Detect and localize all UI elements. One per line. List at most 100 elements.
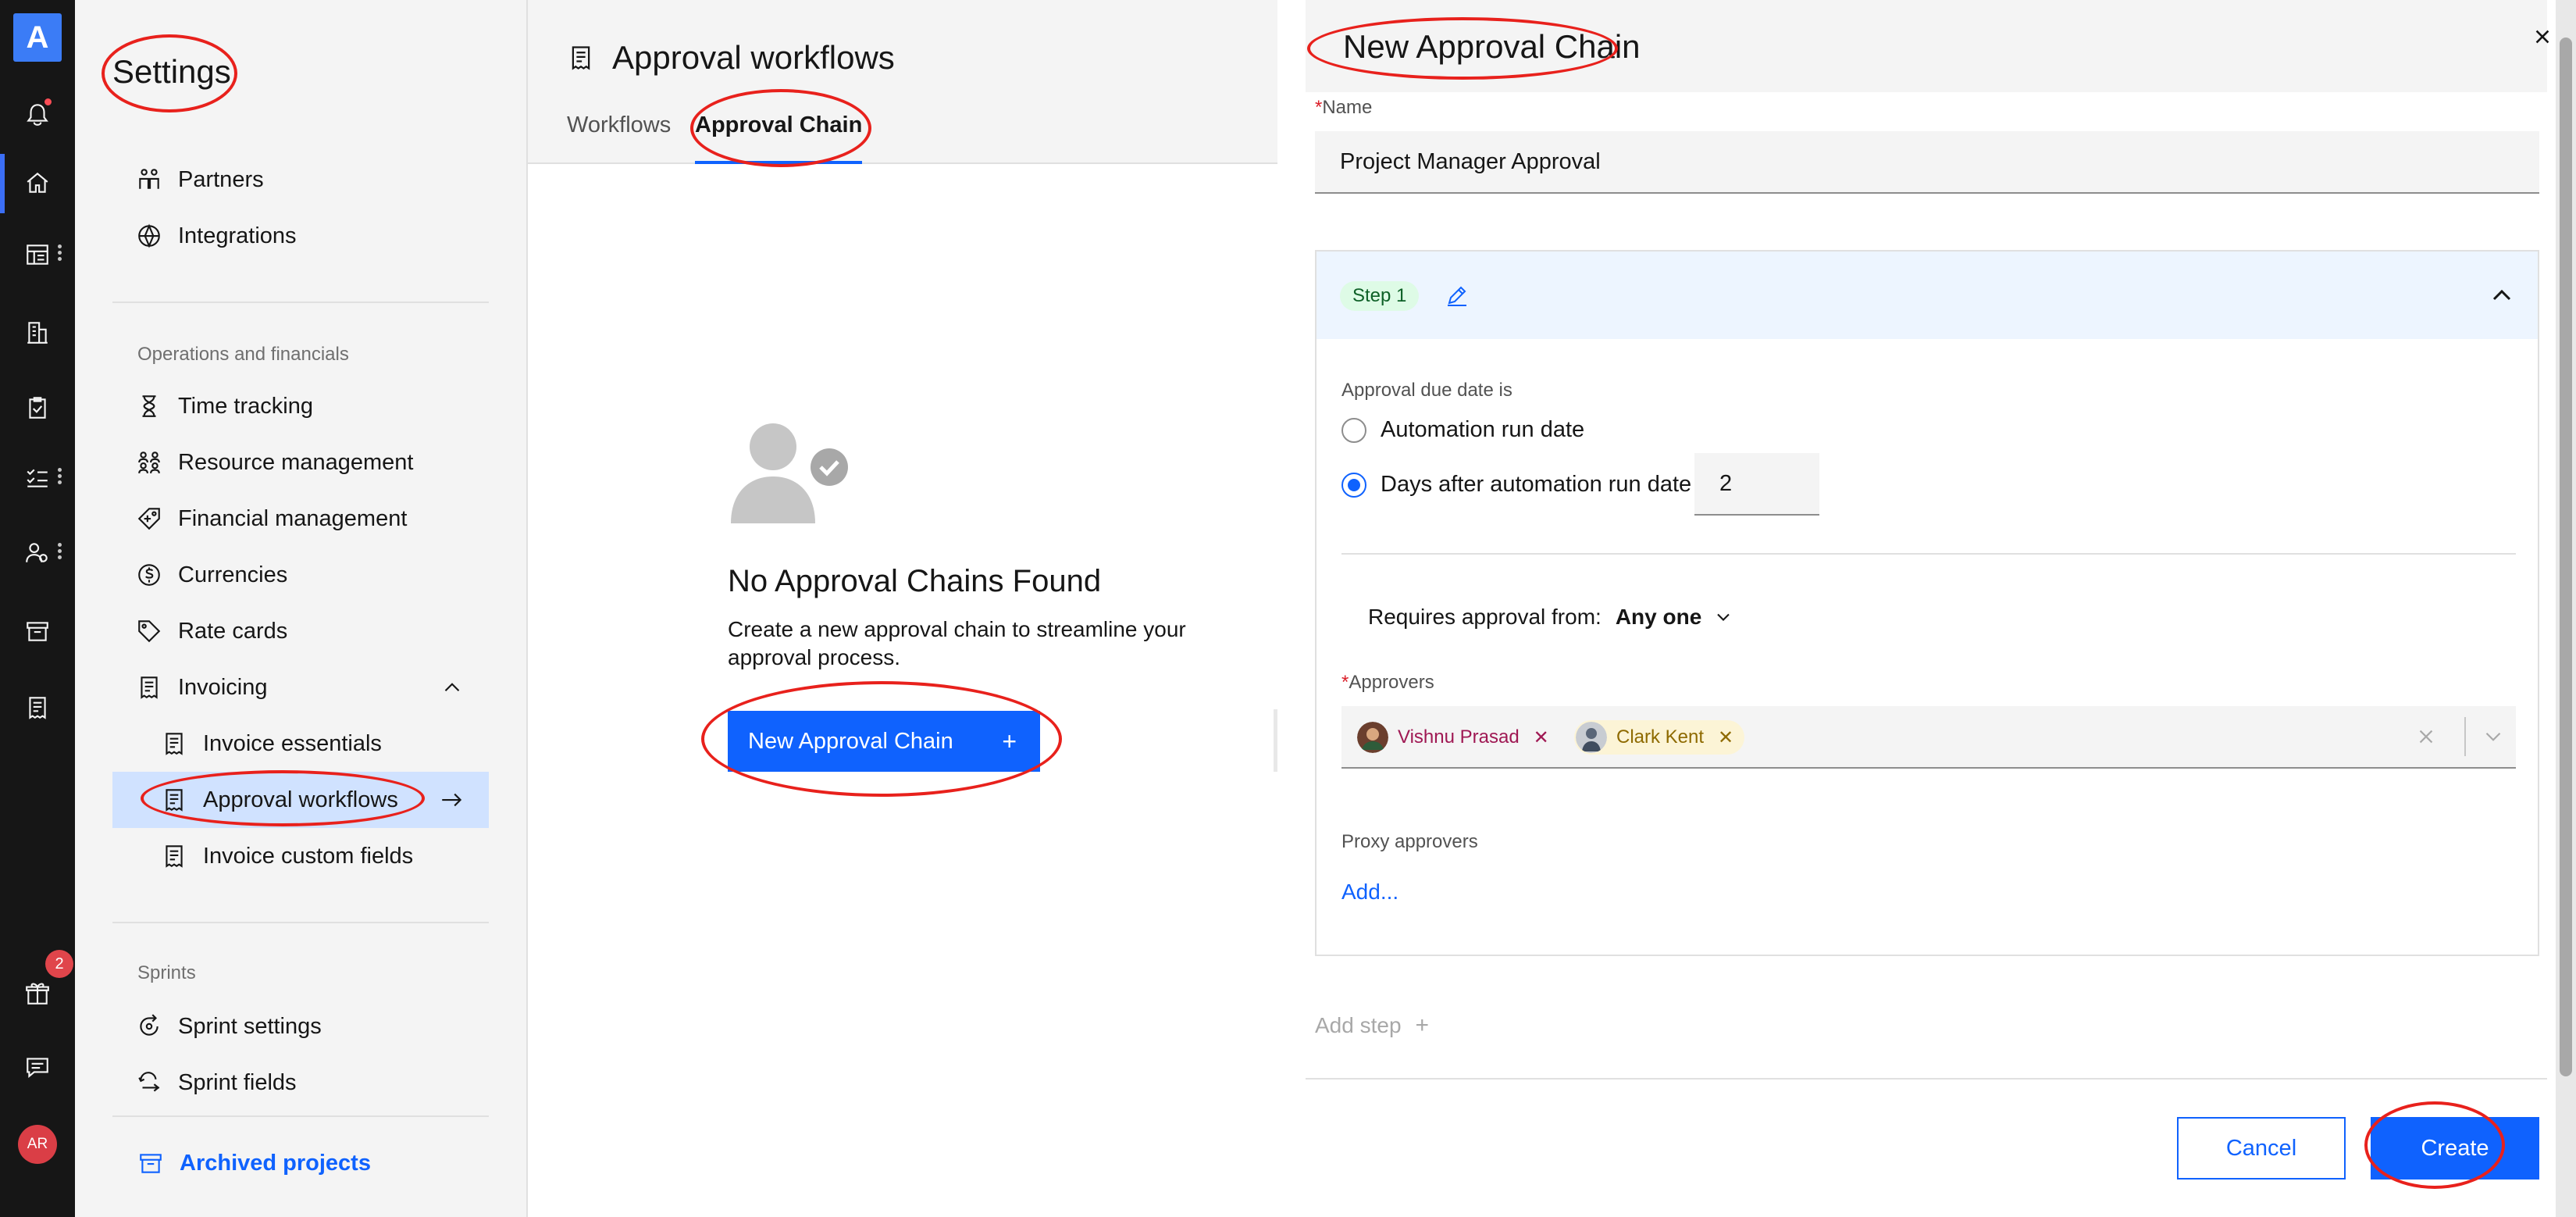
sidebar-item-currencies[interactable]: Currencies bbox=[112, 547, 489, 603]
receipt-icon bbox=[166, 845, 183, 868]
tab-approval-chain[interactable]: Approval Chain bbox=[695, 112, 863, 164]
radio-button-checked[interactable] bbox=[1341, 472, 1366, 498]
avatar bbox=[1357, 722, 1388, 753]
clear-icon[interactable] bbox=[2413, 723, 2439, 750]
proxy-approvers-label: Proxy approvers bbox=[1341, 831, 1478, 852]
sidebar-item-sprint-fields[interactable]: Sprint fields bbox=[112, 1055, 489, 1111]
currency-icon bbox=[138, 564, 160, 586]
divider bbox=[112, 1115, 489, 1117]
approver-chip: Clark Kent ✕ bbox=[1574, 720, 1745, 755]
dashboard-icon[interactable] bbox=[0, 227, 75, 283]
sidebar-item-integrations[interactable]: Integrations bbox=[112, 208, 489, 264]
requires-label: Requires approval from: bbox=[1368, 605, 1602, 629]
panel-header: Approval workflows Workflows Approval Ch… bbox=[528, 0, 1277, 164]
sprint-settings-icon bbox=[140, 1014, 159, 1036]
sidebar-item-label: Invoice custom fields bbox=[203, 843, 414, 869]
close-icon[interactable] bbox=[2529, 23, 2556, 50]
remove-icon[interactable]: ✕ bbox=[1718, 726, 1733, 749]
chevron-down-icon bbox=[1717, 613, 1730, 621]
more-icon[interactable] bbox=[56, 242, 62, 266]
step-card: Step 1 Approval due date is Automation r… bbox=[1315, 250, 2539, 956]
archive-icon[interactable] bbox=[0, 603, 75, 659]
days-input[interactable] bbox=[1694, 453, 1819, 516]
sidebar-item-rate-cards[interactable]: Rate cards bbox=[112, 603, 489, 659]
empty-state-description: Create a new approval chain to streamlin… bbox=[728, 617, 1186, 669]
app-logo[interactable]: A bbox=[13, 13, 62, 62]
settings-sidebar: Settings Partners Integrations Operation… bbox=[75, 0, 528, 1217]
arrow-right-icon bbox=[442, 793, 462, 807]
add-step-button[interactable]: Add step + bbox=[1315, 1012, 1429, 1039]
sidebar-item-invoice-essentials[interactable]: Invoice essentials bbox=[112, 716, 489, 772]
archived-projects-link[interactable]: Archived projects bbox=[137, 1150, 371, 1176]
people-icon[interactable] bbox=[0, 525, 75, 581]
new-approval-chain-label: New Approval Chain bbox=[748, 728, 953, 754]
radio-automation-run-date[interactable]: Automation run date bbox=[1341, 417, 1584, 443]
sidebar-item-label: Integrations bbox=[178, 223, 297, 248]
more-icon[interactable] bbox=[56, 541, 62, 564]
plus-icon: + bbox=[1415, 1012, 1430, 1038]
step-tag: Step 1 bbox=[1340, 281, 1420, 311]
create-button[interactable]: Create bbox=[2371, 1117, 2539, 1180]
sidebar-item-sprint-settings[interactable]: Sprint settings bbox=[112, 998, 489, 1055]
receipt-icon bbox=[141, 676, 158, 699]
archived-projects-label: Archived projects bbox=[180, 1150, 371, 1176]
sidebar-item-label: Resource management bbox=[178, 449, 414, 475]
bell-icon[interactable] bbox=[0, 86, 75, 142]
archive-icon bbox=[140, 1154, 162, 1173]
divider bbox=[2464, 717, 2466, 756]
task-list-icon[interactable] bbox=[0, 450, 75, 506]
approval-workflows-panel: Approval workflows Workflows Approval Ch… bbox=[528, 0, 1277, 1217]
panel-title: Approval workflows bbox=[567, 39, 895, 77]
sidebar-item-approval-workflows[interactable]: Approval workflows bbox=[112, 772, 489, 828]
divider bbox=[1306, 1078, 2547, 1080]
resources-icon bbox=[138, 451, 160, 473]
chevron-up-icon[interactable] bbox=[439, 674, 465, 701]
step-header[interactable]: Step 1 bbox=[1317, 252, 2538, 339]
scrollbar-thumb[interactable] bbox=[2560, 37, 2572, 1076]
finance-icon bbox=[137, 508, 160, 530]
radio-label: Days after automation run date bbox=[1381, 472, 1692, 497]
icon-rail: A 2 AR bbox=[0, 0, 75, 1217]
user-avatar[interactable]: AR bbox=[18, 1125, 57, 1164]
sidebar-item-partners[interactable]: Partners bbox=[112, 152, 489, 208]
receipt-icon bbox=[572, 46, 590, 70]
receipt-icon bbox=[166, 733, 183, 755]
cancel-button[interactable]: Cancel bbox=[2177, 1117, 2346, 1180]
sidebar-item-label: Time tracking bbox=[178, 393, 313, 419]
clipboard-icon[interactable] bbox=[0, 380, 75, 436]
sidebar-item-label: Partners bbox=[178, 166, 264, 192]
home-icon[interactable] bbox=[0, 155, 75, 211]
new-approval-chain-button[interactable]: New Approval Chain + bbox=[728, 711, 1040, 772]
chevron-up-icon[interactable] bbox=[2486, 280, 2517, 311]
sidebar-item-label: Rate cards bbox=[178, 618, 288, 644]
radio-days-after-run-date[interactable]: Days after automation run date bbox=[1341, 472, 1691, 498]
sidebar-item-label: Currencies bbox=[178, 562, 288, 587]
sidebar-item-label: Approval workflows bbox=[203, 787, 398, 812]
panel-title-text: Approval workflows bbox=[612, 39, 895, 76]
notification-badge: 2 bbox=[45, 950, 73, 978]
sidebar-item-invoicing[interactable]: Invoicing bbox=[112, 659, 489, 716]
add-proxy-link[interactable]: Add... bbox=[1341, 880, 1398, 905]
chat-icon[interactable] bbox=[0, 1039, 75, 1095]
chevron-down-icon[interactable] bbox=[2480, 723, 2507, 750]
name-label: *Name bbox=[1315, 97, 1373, 118]
name-input[interactable] bbox=[1315, 131, 2539, 194]
remove-icon[interactable]: ✕ bbox=[1534, 726, 1549, 749]
approvers-multiselect[interactable]: Vishnu Prasad ✕ Clark Kent ✕ bbox=[1341, 706, 2516, 769]
edit-icon[interactable] bbox=[1445, 283, 1470, 308]
tag-icon bbox=[138, 620, 161, 643]
more-icon[interactable] bbox=[56, 466, 62, 489]
sidebar-item-invoice-custom-fields[interactable]: Invoice custom fields bbox=[112, 828, 489, 884]
divider bbox=[1341, 553, 2516, 555]
radio-button[interactable] bbox=[1341, 417, 1366, 443]
building-icon[interactable] bbox=[0, 305, 75, 361]
tab-workflows[interactable]: Workflows bbox=[567, 112, 671, 164]
approver-name: Vishnu Prasad bbox=[1398, 726, 1520, 748]
sidebar-item-label: Invoice essentials bbox=[203, 730, 382, 756]
requires-approval-dropdown[interactable]: Requires approval from: Any one bbox=[1368, 605, 1734, 630]
sidebar-item-financial-management[interactable]: Financial management bbox=[112, 491, 489, 547]
receipt-icon[interactable] bbox=[0, 680, 75, 736]
sidebar-item-time-tracking[interactable]: Time tracking bbox=[112, 378, 489, 434]
sidebar-item-resource-management[interactable]: Resource management bbox=[112, 434, 489, 491]
avatar bbox=[1576, 722, 1607, 753]
